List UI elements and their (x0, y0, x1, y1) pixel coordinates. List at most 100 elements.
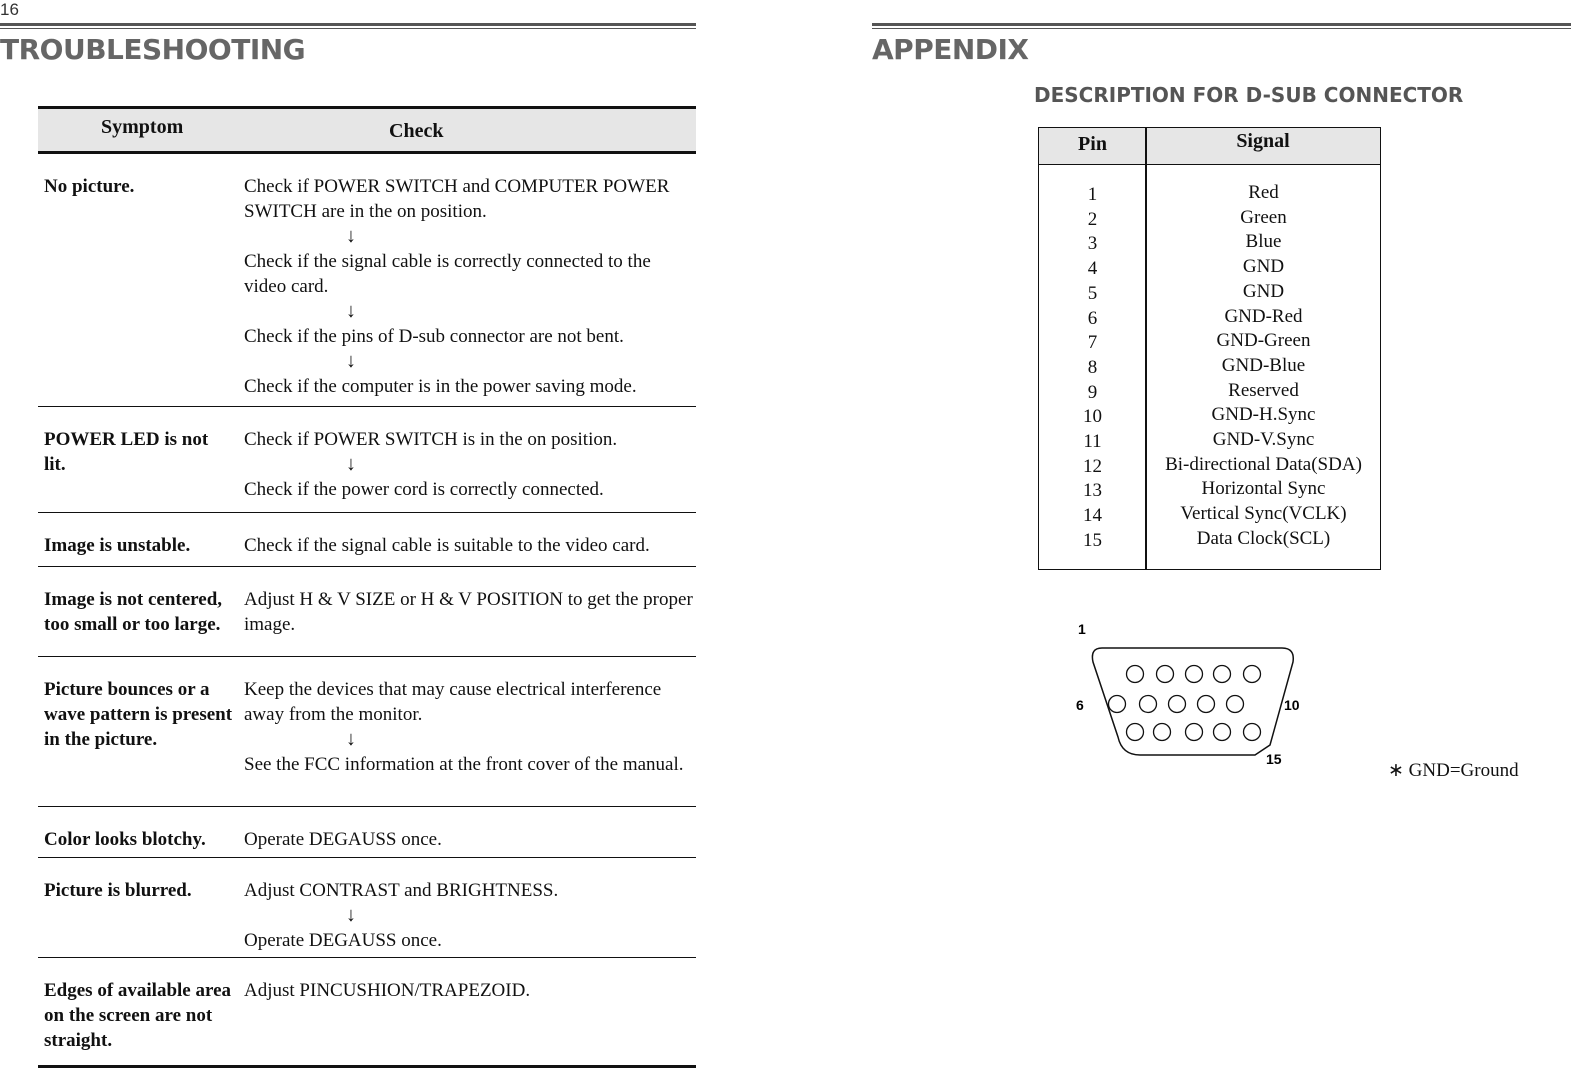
signal-name: Bi-directional Data(SDA) (1165, 453, 1362, 475)
pin-hole-2 (1155, 664, 1175, 684)
pin-hole-10 (1225, 694, 1245, 714)
pin-hole-5 (1242, 664, 1262, 684)
symptom-cell: Image is not centered, too small or too … (44, 589, 223, 635)
header-pin: Pin (1078, 133, 1107, 155)
pin-number: 4 (1087, 258, 1098, 280)
table-row: No picture. Check if POWER SWITCH and COM… (38, 154, 696, 407)
pin-label-15: 15 (1266, 751, 1282, 767)
table-row: Picture is blurred. Adjust CONTRAST and B… (38, 858, 696, 958)
pin-hole-8 (1167, 694, 1187, 714)
check-step: Operate DEGAUSS once. (244, 829, 442, 850)
check-cell: Check if POWER SWITCH is in the on posit… (244, 427, 694, 502)
check-step: Operate DEGAUSS once. (244, 930, 442, 951)
check-step: Check if the power cord is correctly con… (244, 479, 604, 500)
symptom-cell: Image is unstable. (44, 535, 191, 556)
table-row: Picture bounces or a wave pattern is pre… (38, 657, 696, 807)
check-step: Keep the devices that may cause electric… (244, 679, 662, 725)
signal-column: Red Green Blue GND GND GND-Red GND-Green GND-Bl… (1147, 181, 1380, 552)
pin-number: 9 (1087, 381, 1098, 403)
asterisk-icon: ∗ (1388, 760, 1404, 781)
header-signal: Signal (1236, 130, 1290, 152)
pin-number: 8 (1087, 356, 1098, 378)
check-cell: Check if POWER SWITCH and COMPUTER POWER… (244, 174, 694, 399)
pin-hole-14 (1212, 722, 1232, 742)
signal-name: Vertical Sync(VCLK) (1180, 503, 1347, 525)
connector-shell (1091, 647, 1295, 756)
pin-label-10: 10 (1284, 697, 1300, 713)
pin-number: 2 (1087, 208, 1098, 230)
pin-number: 3 (1087, 233, 1098, 255)
signal-name: Reserved (1228, 379, 1299, 401)
pin-number: 12 (1083, 455, 1102, 477)
pin-hole-7 (1138, 694, 1158, 714)
table-row: Edges of available area on the screen ar… (38, 958, 696, 1068)
header-rule-thin (0, 28, 696, 29)
pin-number: 10 (1083, 406, 1102, 428)
pin-hole-15 (1242, 722, 1262, 742)
pin-number: 14 (1083, 505, 1102, 527)
pin-number: 11 (1083, 431, 1102, 453)
symptom-cell: Picture is blurred. (44, 880, 192, 901)
signal-name: GND (1242, 256, 1285, 278)
table-row: POWER LED is not lit. Check if POWER SWIT… (38, 407, 696, 513)
header-rule (0, 23, 696, 26)
pin-number: 6 (1087, 307, 1098, 329)
pin-hole-12 (1152, 722, 1172, 742)
pin-hole-4 (1212, 664, 1232, 684)
pin-hole-9 (1196, 694, 1216, 714)
symptom-cell: POWER LED is not lit. (44, 429, 209, 475)
down-arrow-icon: ↓ (346, 453, 356, 475)
check-step: Adjust PINCUSHION/TRAPEZOID. (244, 980, 531, 1001)
down-arrow-icon: ↓ (346, 904, 356, 926)
symptom-cell: Picture bounces or a wave pattern is pre… (44, 679, 233, 750)
check-cell: Adjust CONTRAST and BRIGHTNESS. ↓ Operate … (244, 878, 694, 953)
pin-hole-1 (1125, 664, 1145, 684)
troubleshooting-table: Symptom Check No picture. Check if POWER … (38, 106, 696, 1068)
down-arrow-icon: ↓ (346, 728, 356, 750)
d-sub-connector-diagram: 1 6 10 15 (1076, 621, 1300, 767)
check-cell: Check if the signal cable is suitable to… (244, 533, 694, 558)
section-subtitle: DESCRIPTION FOR D-SUB CONNECTOR (1034, 83, 1464, 107)
check-step: Check if the signal cable is correctly c… (244, 251, 651, 297)
symptom-cell: Edges of available area on the screen ar… (44, 980, 232, 1051)
signal-name: GND-V.Sync (1212, 429, 1315, 451)
appendix-title: APPENDIX (872, 33, 1029, 66)
check-cell: Operate DEGAUSS once. (244, 827, 694, 852)
header-rule-right-thin (872, 28, 1571, 29)
pin-number-column: 1 2 3 4 5 6 7 8 9 10 11 12 13 14 15 (1039, 183, 1146, 554)
check-step: Check if POWER SWITCH and COMPUTER POWER… (244, 176, 670, 222)
signal-name: GND-Green (1216, 330, 1311, 352)
check-step: Check if the pins of D-sub connector are… (244, 326, 624, 347)
symptom-cell: No picture. (44, 176, 135, 197)
check-cell: Keep the devices that may cause electric… (244, 677, 694, 777)
down-arrow-icon: ↓ (346, 225, 356, 247)
pin-number: 5 (1087, 282, 1098, 304)
pin-number: 7 (1087, 332, 1098, 354)
table-row: Image is unstable. Check if the signal ca… (38, 513, 696, 567)
page-title: TROUBLESHOOTING (0, 33, 306, 66)
check-step: See the FCC information at the front cov… (244, 754, 684, 775)
pin-table-header: Pin Signal (1039, 128, 1380, 165)
gnd-note-text: GND=Ground (1408, 760, 1519, 781)
signal-name: GND-H.Sync (1211, 404, 1316, 426)
header-check: Check (389, 120, 444, 142)
down-arrow-icon: ↓ (346, 350, 356, 372)
pin-number: 1 (1087, 184, 1098, 205)
pin-hole-3 (1184, 664, 1204, 684)
gnd-note: ∗ GND=Ground (1388, 759, 1519, 782)
signal-name: Blue (1245, 231, 1282, 253)
pin-hole-11 (1125, 722, 1145, 742)
check-cell: Adjust H & V SIZE or H & V POSITION to g… (244, 587, 694, 637)
check-step: Check if the computer is in the power sa… (244, 376, 637, 397)
check-step: Adjust CONTRAST and BRIGHTNESS. (244, 880, 559, 901)
page-number: 16 (0, 0, 19, 19)
signal-name: Green (1240, 206, 1287, 228)
header-symptom: Symptom (101, 116, 184, 138)
signal-name: GND-Blue (1221, 354, 1306, 376)
signal-name: Data Clock(SCL) (1196, 527, 1331, 549)
pin-label-6: 6 (1076, 697, 1084, 713)
symptom-cell: Color looks blotchy. (44, 829, 206, 850)
pin-number: 13 (1083, 480, 1102, 502)
check-step: Adjust H & V SIZE or H & V POSITION to g… (244, 589, 693, 635)
table-body: No picture. Check if POWER SWITCH and COM… (38, 154, 696, 1068)
